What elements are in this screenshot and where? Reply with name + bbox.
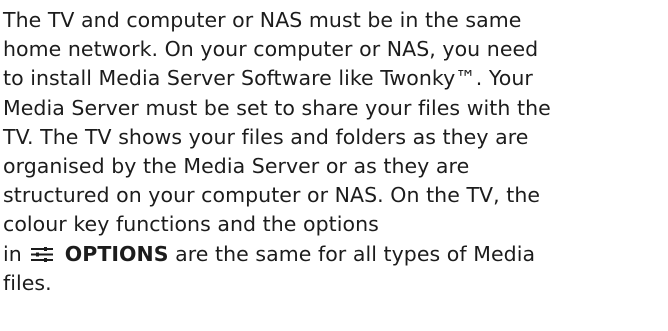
paragraph-line-8: colour key functions and the options [3,212,379,237]
document-paragraph: The TV and computer or NAS must be in th… [3,6,665,298]
paragraph-line-2: home network. On your computer or NAS, y… [3,37,539,62]
paragraph-line-5: TV. The TV shows your files and folders … [3,124,529,149]
options-key-label: OPTIONS [64,241,169,266]
paragraph-line-6: organised by the Media Server or as they… [3,154,470,179]
paragraph-line-3: to install Media Server Software like Tw… [3,66,533,91]
line-9-suffix: are the same for all types of Media [168,241,536,266]
paragraph-line-4: Media Server must be set to share your f… [3,95,551,120]
line-9-prefix: in [3,241,22,266]
paragraph-line-1: The TV and computer or NAS must be in th… [3,8,522,32]
paragraph-line-7: structured on your computer or NAS. On t… [3,183,541,208]
paragraph-line-10: files. [3,270,52,295]
options-sliders-icon [30,241,53,262]
paragraph-line-9: in OPTIONS are the same for all types of… [3,240,665,269]
